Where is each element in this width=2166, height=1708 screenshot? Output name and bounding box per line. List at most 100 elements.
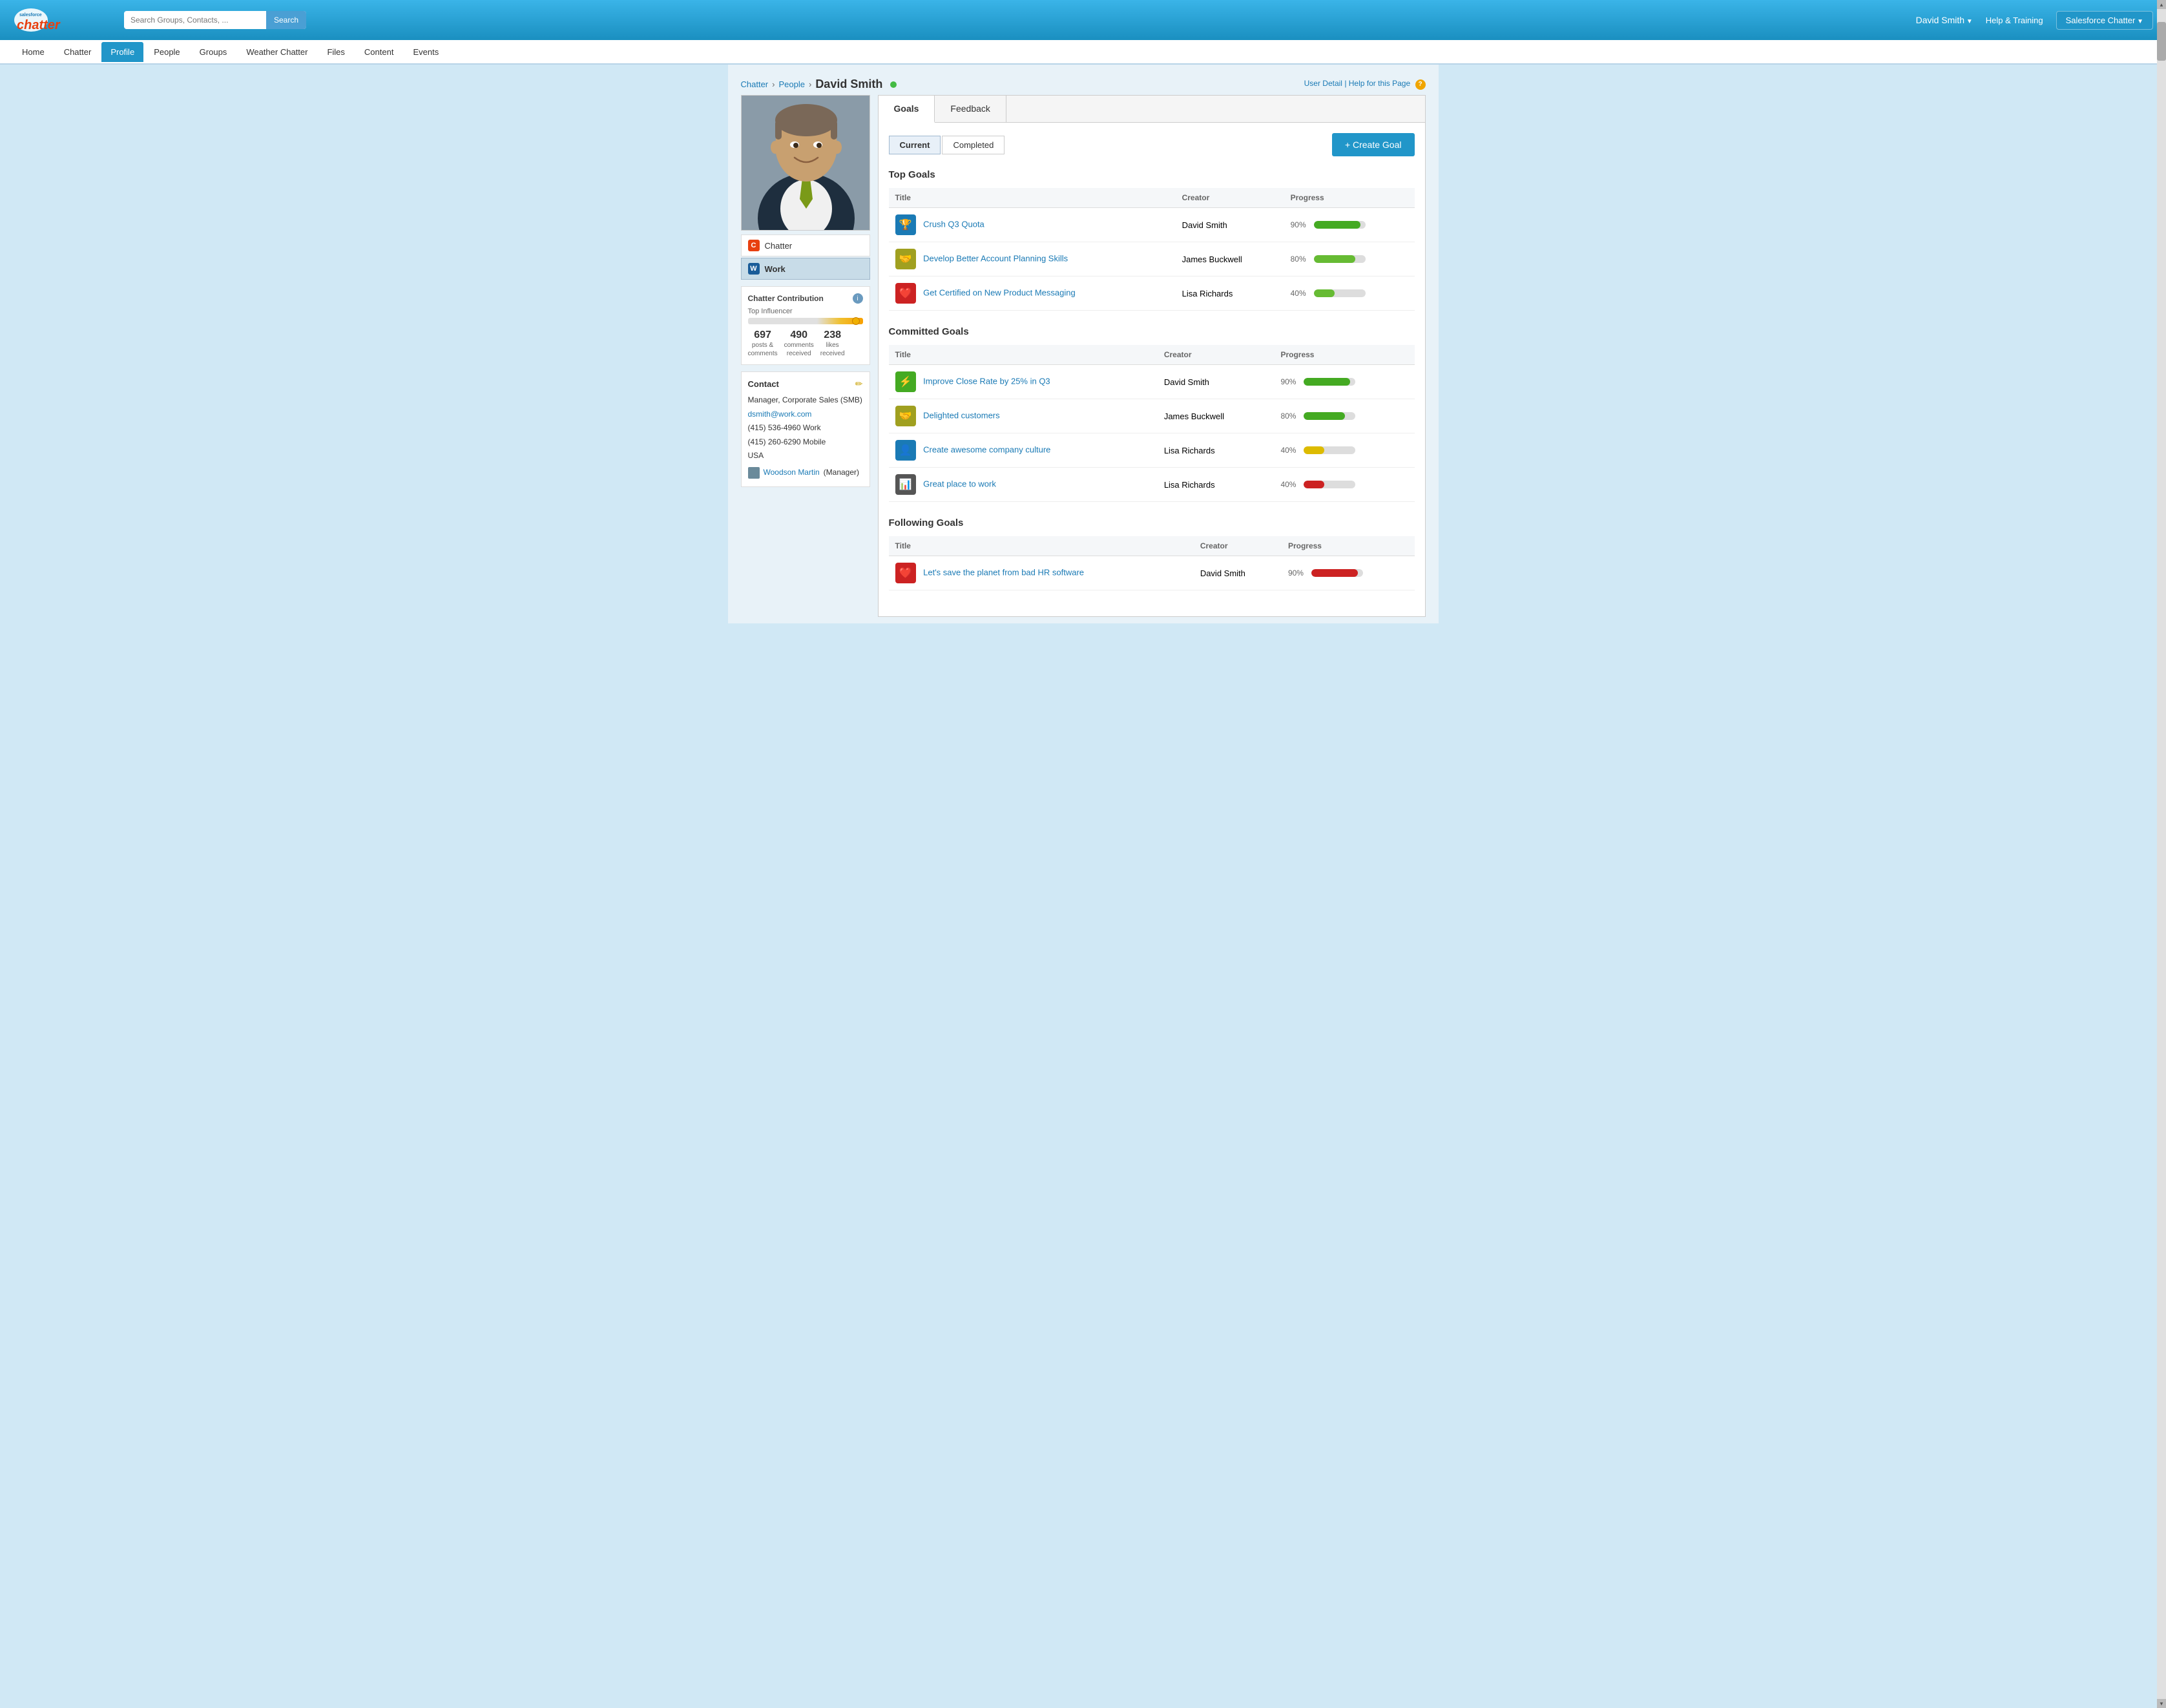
scroll-down-button[interactable]: ▼ xyxy=(2157,1699,2166,1708)
search-bar: Search xyxy=(124,11,306,29)
goal-icon: 🤝 xyxy=(895,249,916,269)
table-row: 👤 Create awesome company culture Lisa Ri… xyxy=(889,433,1415,468)
email-link[interactable]: dsmith@work.com xyxy=(748,410,812,419)
committed-goals-table: Title Creator Progress ⚡ Improve Close R… xyxy=(889,345,1415,502)
goal-title-link[interactable]: Great place to work xyxy=(923,479,996,488)
col-title-committed: Title xyxy=(889,345,1158,365)
search-input[interactable] xyxy=(124,13,266,27)
online-status-dot xyxy=(890,81,897,88)
progress-bar-bg xyxy=(1304,481,1355,488)
stat-comments: 490 commentsreceived xyxy=(784,329,814,358)
goals-filter-row: Current Completed + Create Goal xyxy=(889,133,1415,156)
progress-pct: 40% xyxy=(1280,446,1300,455)
stat-likes-label: likesreceived xyxy=(820,341,845,358)
help-for-page-link[interactable]: Help for this Page xyxy=(1349,79,1410,88)
progress-bar-bg xyxy=(1304,412,1355,420)
header: salesforce chatter Search David Smith He… xyxy=(0,0,2166,40)
influence-marker xyxy=(852,317,860,325)
help-training-link[interactable]: Help & Training xyxy=(1986,16,2043,25)
sidebar-tab-work[interactable]: W Work xyxy=(741,258,870,280)
goal-title-link[interactable]: Delighted customers xyxy=(923,410,1000,420)
progress-bar-fill xyxy=(1314,221,1360,229)
search-button[interactable]: Search xyxy=(266,11,306,29)
progress-pct: 40% xyxy=(1280,480,1300,489)
nav-item-content[interactable]: Content xyxy=(355,42,403,62)
progress-bar-bg xyxy=(1304,446,1355,454)
goal-title-link[interactable]: Improve Close Rate by 25% in Q3 xyxy=(923,376,1050,386)
breadcrumb-people[interactable]: People xyxy=(778,79,804,89)
table-row: ❤️ Get Certified on New Product Messagin… xyxy=(889,276,1415,311)
goal-icon: ⚡ xyxy=(895,371,916,392)
contribution-header: Chatter Contribution i xyxy=(748,293,863,304)
goal-title-link[interactable]: Create awesome company culture xyxy=(923,444,1050,454)
goal-icon: 🏆 xyxy=(895,214,916,235)
scrollbar: ▲ ▼ xyxy=(2157,0,2166,1708)
nav-item-profile[interactable]: Profile xyxy=(101,42,143,62)
nav-item-weather-chatter[interactable]: Weather Chatter xyxy=(237,42,317,62)
goal-progress: 90% xyxy=(1280,377,1408,386)
influencer-label: Top Influencer xyxy=(748,307,863,315)
scroll-up-button[interactable]: ▲ xyxy=(2157,0,2166,9)
breadcrumb-chatter[interactable]: Chatter xyxy=(741,79,769,89)
header-left: salesforce chatter Search xyxy=(13,6,306,34)
nav-item-chatter[interactable]: Chatter xyxy=(55,42,101,62)
goal-icon: ❤️ xyxy=(895,283,916,304)
progress-pct: 80% xyxy=(1280,411,1300,421)
nav-item-people[interactable]: People xyxy=(145,42,189,62)
info-icon[interactable]: i xyxy=(853,293,863,304)
progress-bar-fill xyxy=(1314,255,1355,263)
goal-title-link[interactable]: Develop Better Account Planning Skills xyxy=(923,253,1068,263)
table-row: ⚡ Improve Close Rate by 25% in Q3 David … xyxy=(889,365,1415,399)
stat-comments-label: commentsreceived xyxy=(784,341,814,358)
committed-goals-heading: Committed Goals xyxy=(889,326,1415,337)
user-detail-link[interactable]: User Detail xyxy=(1304,79,1342,88)
progress-pct: 90% xyxy=(1280,377,1300,386)
sidebar-tab-chatter[interactable]: C Chatter xyxy=(741,234,870,256)
filter-completed-button[interactable]: Completed xyxy=(942,136,1005,154)
progress-pct: 90% xyxy=(1291,220,1310,229)
content-wrapper: Chatter › People › David Smith User Deta… xyxy=(728,65,1439,623)
col-creator-following: Creator xyxy=(1194,536,1282,556)
goal-progress: 90% xyxy=(1288,568,1408,578)
header-right: David Smith Help & Training Salesforce C… xyxy=(1916,11,2153,30)
goal-title-link[interactable]: Crush Q3 Quota xyxy=(923,219,984,229)
logo-svg: salesforce chatter xyxy=(13,6,116,34)
progress-bar-bg xyxy=(1314,255,1366,263)
country: USA xyxy=(748,449,863,463)
progress-bar-bg xyxy=(1311,569,1363,577)
contribution-section: Chatter Contribution i Top Influencer 69… xyxy=(741,286,870,365)
edit-icon[interactable]: ✏ xyxy=(855,379,863,390)
user-name-dropdown[interactable]: David Smith xyxy=(1916,15,1973,25)
manager-link[interactable]: Woodson Martin xyxy=(764,466,820,480)
chatter-tab-label: Chatter xyxy=(765,241,793,251)
help-page-icon[interactable]: ? xyxy=(1415,79,1426,90)
goal-title-link[interactable]: Get Certified on New Product Messaging xyxy=(923,287,1076,297)
col-progress-committed: Progress xyxy=(1274,345,1414,365)
create-goal-button[interactable]: + Create Goal xyxy=(1332,133,1415,156)
col-progress-following: Progress xyxy=(1282,536,1415,556)
goal-icon: 🤝 xyxy=(895,406,916,426)
stats-row: 697 posts &comments 490 commentsreceived… xyxy=(748,329,863,358)
page-title: David Smith xyxy=(815,78,882,91)
tab-goals[interactable]: Goals xyxy=(879,96,935,123)
goal-creator: David Smith xyxy=(1176,208,1284,242)
nav-item-events[interactable]: Events xyxy=(404,42,448,62)
goal-creator: James Buckwell xyxy=(1176,242,1284,276)
stat-likes-num: 238 xyxy=(820,329,845,341)
goal-icon: ❤️ xyxy=(895,563,916,583)
salesforce-chatter-button[interactable]: Salesforce Chatter xyxy=(2056,11,2153,30)
filter-current-button[interactable]: Current xyxy=(889,136,941,154)
work-tab-icon: W xyxy=(748,263,760,275)
scroll-thumb[interactable] xyxy=(2157,22,2166,61)
top-goals-table: Title Creator Progress 🏆 Crush Q3 Quota … xyxy=(889,188,1415,311)
goal-title-link[interactable]: Let's save the planet from bad HR softwa… xyxy=(923,567,1084,577)
goal-icon: 👤 xyxy=(895,440,916,461)
avatar xyxy=(741,95,870,231)
tab-feedback[interactable]: Feedback xyxy=(935,96,1006,122)
progress-bar-bg xyxy=(1304,378,1355,386)
nav-item-home[interactable]: Home xyxy=(13,42,54,62)
nav-item-groups[interactable]: Groups xyxy=(191,42,236,62)
svg-text:salesforce: salesforce xyxy=(19,13,42,17)
svg-text:chatter: chatter xyxy=(17,18,61,32)
nav-item-files[interactable]: Files xyxy=(318,42,353,62)
